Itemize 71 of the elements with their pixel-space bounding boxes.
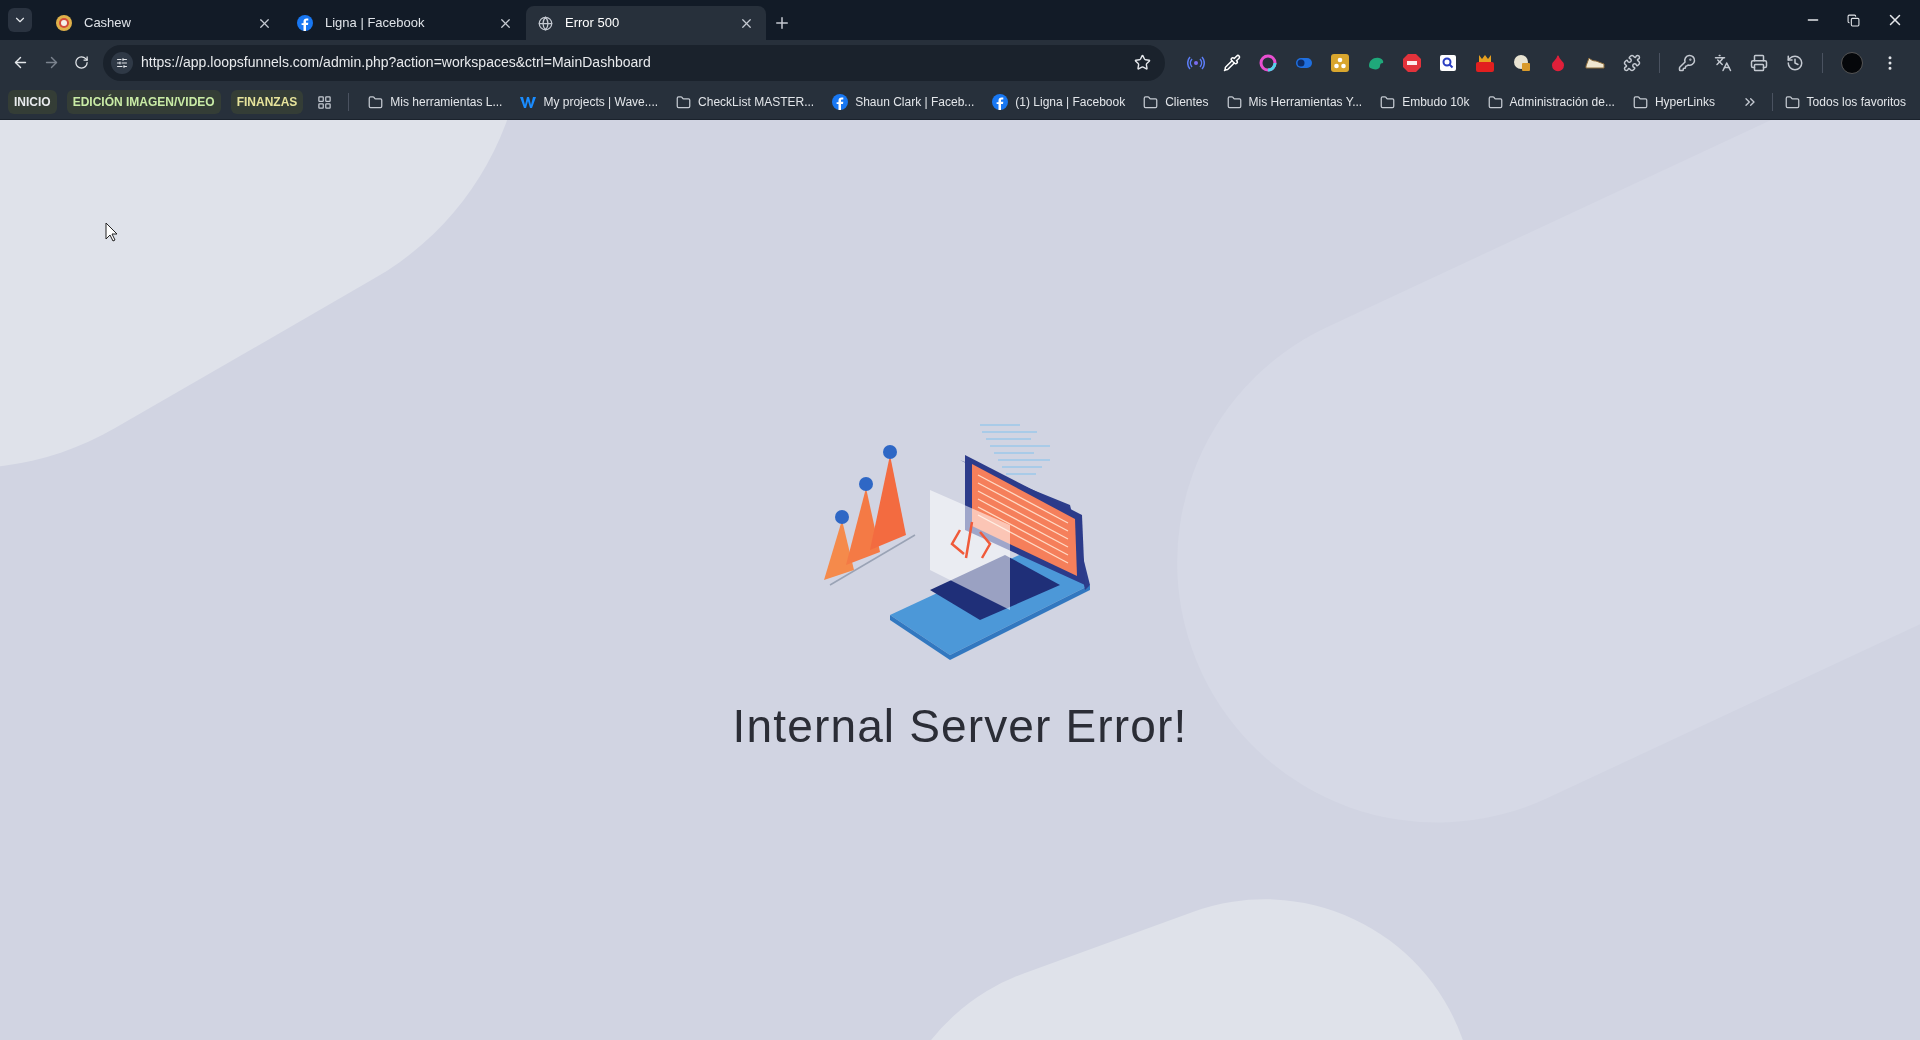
bookmark-item[interactable]: Mis Herramientas Y... <box>1219 90 1370 114</box>
bookmark-label: (1) Ligna | Facebook <box>1015 94 1126 111</box>
bookmark-label: Shaun Clark | Faceb... <box>855 94 975 111</box>
bookmark-label: CheckList MASTER... <box>698 94 815 111</box>
bookmark-label: Clientes <box>1165 94 1209 111</box>
tab-group-label[interactable]: EDICIÓN IMAGEN/VIDEO <box>66 90 221 114</box>
bookmark-item[interactable]: (1) Ligna | Facebook <box>985 90 1133 114</box>
bookmark-label: My projects | Wave.... <box>543 94 659 111</box>
browser-tab[interactable]: Ligna | Facebook <box>285 6 525 40</box>
bookmark-label: Todos los favoritos <box>1806 94 1906 111</box>
tab-title: Cashew <box>84 14 132 33</box>
globe-icon <box>538 15 553 31</box>
eyedropper-icon[interactable] <box>1223 53 1241 72</box>
bookmark-label: Mis herramientas L... <box>390 94 503 111</box>
url-text: https://app.loopsfunnels.com/admin.php?action=workspaces&ctrl=MainDashboard <box>141 53 652 72</box>
bookmark-label: Administración de... <box>1509 94 1615 111</box>
restore-icon[interactable] <box>1847 13 1860 27</box>
folder-icon <box>676 94 692 110</box>
circle-logo-icon <box>56 15 72 31</box>
puzzle-icon[interactable] <box>1623 53 1641 72</box>
bookmark-item[interactable]: Mis herramientas L... <box>361 90 510 114</box>
sliders-icon <box>116 56 128 69</box>
new-tab-icon[interactable] <box>773 14 791 32</box>
bookmark-item[interactable]: Administración de... <box>1480 90 1622 114</box>
translate-icon[interactable] <box>1714 53 1732 72</box>
browser-tab[interactable]: Cashew <box>44 6 284 40</box>
tab-title: Error 500 <box>565 14 621 33</box>
key-icon[interactable] <box>1678 53 1696 72</box>
mouse-cursor-icon <box>105 222 119 242</box>
folder-icon <box>1784 94 1800 110</box>
tab-group-label[interactable]: FINANZAS <box>230 90 304 114</box>
forward-icon[interactable] <box>43 54 60 71</box>
bookmark-item[interactable]: Embudo 10k <box>1373 90 1477 114</box>
magnifier-square-icon[interactable] <box>1439 53 1457 72</box>
site-settings-button[interactable] <box>111 51 133 74</box>
three-dots-square-icon[interactable] <box>1331 53 1349 72</box>
drop-icon[interactable] <box>1549 53 1567 72</box>
tab-title: Ligna | Facebook <box>325 14 426 33</box>
folder-icon <box>368 94 384 110</box>
address-field[interactable]: https://app.loopsfunnels.com/admin.php?action=workspaces&ctrl=MainDashboard <box>103 44 1165 81</box>
tab-search-button[interactable] <box>8 8 32 32</box>
folder-icon <box>1487 94 1503 110</box>
error-heading: Internal Server Error! <box>732 698 1188 754</box>
tab-group-label[interactable]: INICIO <box>8 90 57 114</box>
abp-stop-sign-icon[interactable] <box>1403 53 1421 72</box>
facebook-icon <box>992 94 1009 110</box>
bookmark-label: Mis Herramientas Y... <box>1248 94 1363 111</box>
printer-icon[interactable] <box>1750 53 1768 72</box>
toggle-icon[interactable] <box>1295 56 1313 69</box>
folder-icon <box>1226 94 1242 110</box>
folder-icon <box>1380 94 1396 110</box>
history-icon[interactable] <box>1786 53 1804 72</box>
bookmark-label: Embudo 10k <box>1402 94 1470 111</box>
color-ring-icon[interactable] <box>1259 53 1277 72</box>
bookmark-item[interactable]: Todos los favoritos <box>1784 93 1912 111</box>
bookmark-item[interactable]: Clientes <box>1136 90 1216 114</box>
back-icon[interactable] <box>12 54 29 71</box>
bookmark-item[interactable]: My projects | Wave.... <box>513 90 666 114</box>
folder-icon <box>1143 94 1159 110</box>
facebook-icon <box>297 15 313 31</box>
apps-grid-icon[interactable] <box>317 94 333 110</box>
folder-icon <box>1632 94 1648 110</box>
bookmark-item[interactable]: CheckList MASTER... <box>669 90 822 114</box>
bookmark-label: HyperLinks <box>1654 94 1715 111</box>
bookmark-star-icon[interactable] <box>1134 54 1151 71</box>
bookmark-item[interactable]: Shaun Clark | Faceb... <box>825 90 982 114</box>
reload-icon[interactable] <box>74 55 89 70</box>
w-logo-icon <box>520 95 537 109</box>
browser-tab[interactable]: Error 500 <box>526 6 766 40</box>
bookmark-item[interactable]: HyperLinks <box>1625 90 1722 114</box>
facebook-icon <box>832 94 849 110</box>
